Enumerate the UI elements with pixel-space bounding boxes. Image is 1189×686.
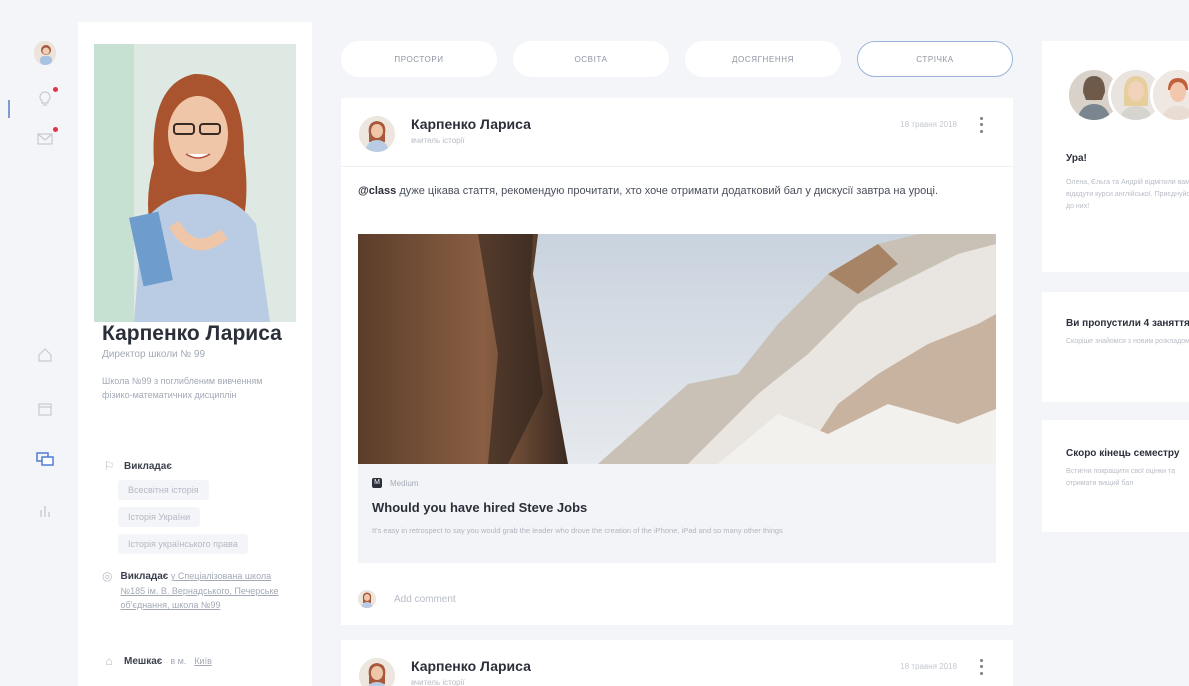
- profile-card: Карпенко Лариса Директор школи № 99 Школ…: [78, 22, 312, 686]
- workplace-label: Викладає: [120, 571, 169, 582]
- lightbulb-icon[interactable]: [34, 87, 58, 110]
- post-date: 18 травня 2018: [900, 662, 957, 671]
- notification-dot: [53, 127, 58, 132]
- feed-post: Карпенко Лариса вчитель історії 18 травн…: [341, 640, 1013, 686]
- post-author-subtitle: вчитель історії: [411, 678, 465, 686]
- commenter-avatar: [358, 590, 376, 608]
- author-avatar[interactable]: [359, 658, 395, 686]
- author-avatar[interactable]: [359, 116, 395, 152]
- medium-icon: M: [372, 478, 382, 488]
- tab-feed[interactable]: СТРІЧКА: [857, 41, 1013, 77]
- tab-spaces[interactable]: ПРОСТОРИ: [341, 41, 497, 77]
- post-message: дуже цікава стаття, рекомендую прочитати…: [399, 185, 939, 197]
- comment-input[interactable]: Add comment: [394, 594, 456, 605]
- post-author[interactable]: Карпенко Лариса: [411, 658, 531, 674]
- link-preview[interactable]: M Medium Whould you have hired Steve Job…: [358, 464, 996, 563]
- link-excerpt: It's easy in retrospect to say you would…: [372, 526, 783, 535]
- card-title: Ура!: [1066, 153, 1087, 164]
- divider: [341, 166, 1013, 167]
- profile-role: Директор школи № 99: [102, 349, 206, 360]
- lives-section: ⌂ Мешкає в м. Київ: [102, 654, 212, 668]
- more-options-icon[interactable]: [977, 115, 985, 135]
- post-author[interactable]: Карпенко Лариса: [411, 116, 531, 132]
- post-author-subtitle: вчитель історії: [411, 136, 465, 145]
- profile-description: Школа №99 з поглибленим вивченням фізико…: [102, 376, 263, 400]
- card-title: Скоро кінець семестру: [1066, 448, 1180, 459]
- lives-label: Мешкає: [124, 655, 163, 667]
- post-text: @class дуже цікава стаття, рекомендую пр…: [358, 182, 990, 200]
- lives-link[interactable]: Київ: [194, 656, 212, 666]
- card-text: Олена, Єльга та Андрій відмітили вами ві…: [1066, 179, 1189, 210]
- calendar-icon[interactable]: [34, 398, 56, 420]
- house-icon: ⌂: [105, 654, 113, 668]
- feed-post: Карпенко Лариса вчитель історії 18 травн…: [341, 98, 1013, 625]
- comment-row: Add comment: [358, 590, 456, 608]
- subject-chip[interactable]: Історія України: [118, 507, 201, 527]
- friends-avatars: [1066, 67, 1189, 123]
- chalkboard-icon: ⚐: [103, 459, 115, 473]
- post-date: 18 травня 2018: [900, 120, 957, 129]
- mail-icon[interactable]: [34, 127, 58, 150]
- chat-icon[interactable]: [34, 448, 56, 470]
- tab-achievements[interactable]: ДОСЯГНЕННЯ: [685, 41, 841, 77]
- stats-icon[interactable]: [34, 500, 56, 522]
- user-avatar[interactable]: [34, 41, 56, 65]
- home-icon[interactable]: [34, 344, 56, 366]
- tab-education[interactable]: ОСВІТА: [513, 41, 669, 77]
- location-icon: ◎: [102, 569, 113, 583]
- more-options-icon[interactable]: [977, 657, 985, 677]
- notification-dot: [53, 87, 58, 92]
- notification-card[interactable]: Скоро кінець семестру Встигни покращити …: [1042, 420, 1189, 532]
- section-tabs: ПРОСТОРИ ОСВІТА ДОСЯГНЕННЯ СТРІЧКА: [341, 41, 1013, 77]
- link-source: Medium: [390, 478, 419, 488]
- teaches-label: Викладає: [124, 460, 172, 472]
- notification-card[interactable]: Ура! Олена, Єльга та Андрій відмітили ва…: [1042, 41, 1189, 272]
- card-title: Ви пропустили 4 заняття: [1066, 318, 1189, 329]
- notification-card[interactable]: Ви пропустили 4 заняття Скоріше знайомся…: [1042, 292, 1189, 402]
- mention-link[interactable]: @class: [358, 185, 396, 197]
- lives-prefix: в м.: [170, 656, 187, 666]
- subject-chip[interactable]: Всесвітня історія: [118, 480, 209, 500]
- active-indicator: [8, 100, 10, 118]
- workplace-section: ◎ Викладає у Спеціалізована школа №185 і…: [102, 569, 288, 612]
- card-text: Скоріше знайомся з новим розкладом: [1066, 338, 1189, 345]
- post-image[interactable]: [358, 234, 996, 464]
- subject-chip[interactable]: Історія українського права: [118, 534, 248, 554]
- left-rail: [0, 0, 78, 686]
- profile-name: Карпенко Лариса: [102, 322, 282, 345]
- card-text: Встигни покращити свої оцінки та отримат…: [1066, 468, 1176, 487]
- subject-chips: Всесвітня історія Історія України Історі…: [118, 480, 248, 561]
- link-title[interactable]: Whould you have hired Steve Jobs: [372, 500, 587, 515]
- teaches-section: ⚐ Викладає: [102, 459, 172, 473]
- profile-photo: [94, 44, 296, 322]
